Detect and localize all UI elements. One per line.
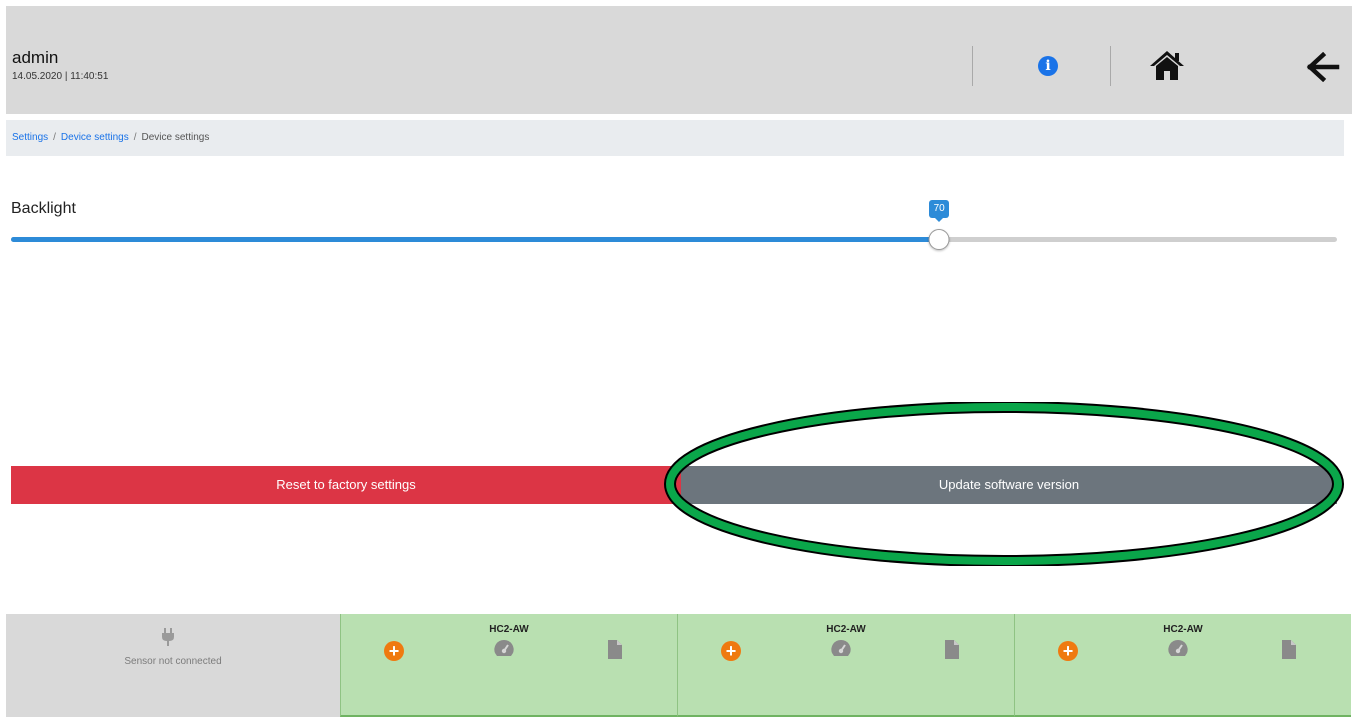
back-arrow-icon[interactable] bbox=[1306, 52, 1340, 82]
add-icon[interactable]: + bbox=[384, 641, 404, 661]
top-bar: admin 14.05.2020 | 11:40:51 i bbox=[6, 6, 1352, 114]
breadcrumb-current: Device settings bbox=[141, 132, 210, 143]
gauge-icon[interactable] bbox=[830, 638, 852, 658]
slider-fill bbox=[11, 237, 940, 242]
home-icon[interactable] bbox=[1148, 48, 1186, 82]
user-name: admin bbox=[12, 48, 59, 67]
sensor-status: Sensor not connected bbox=[124, 656, 222, 667]
document-icon[interactable] bbox=[608, 640, 622, 659]
gauge-icon[interactable] bbox=[1167, 638, 1189, 658]
sensor-title: HC2-AW bbox=[489, 624, 529, 635]
reset-factory-button[interactable]: Reset to factory settings bbox=[11, 466, 681, 504]
sensor-title: HC2-AW bbox=[826, 624, 866, 635]
breadcrumb: Settings / Device settings / Device settings bbox=[6, 120, 1344, 156]
sensor-title: HC2-AW bbox=[1163, 624, 1203, 635]
backlight-slider[interactable]: 70 bbox=[11, 200, 1337, 252]
breadcrumb-settings[interactable]: Settings bbox=[12, 132, 48, 143]
plug-icon bbox=[162, 628, 174, 646]
document-icon[interactable] bbox=[1282, 640, 1296, 659]
update-software-button[interactable]: Update software version bbox=[681, 466, 1337, 504]
sensor-tile[interactable]: HC2-AW + bbox=[340, 614, 677, 717]
info-icon[interactable]: i bbox=[1038, 56, 1058, 76]
header-divider bbox=[972, 46, 973, 86]
breadcrumb-separator: / bbox=[53, 132, 56, 143]
sensor-tile-empty[interactable]: Sensor not connected bbox=[6, 614, 340, 717]
header-divider bbox=[1110, 46, 1111, 86]
date-time: 14.05.2020 | 11:40:51 bbox=[12, 71, 109, 82]
gauge-icon[interactable] bbox=[493, 638, 515, 658]
breadcrumb-device-settings[interactable]: Device settings bbox=[61, 132, 129, 143]
sensor-tile[interactable]: HC2-AW + bbox=[1014, 614, 1351, 717]
add-icon[interactable]: + bbox=[1058, 641, 1078, 661]
breadcrumb-separator: / bbox=[133, 132, 137, 143]
slider-value-tooltip: 70 bbox=[929, 200, 950, 222]
sensor-bar: Sensor not connected HC2-AW + HC2-AW + H… bbox=[6, 614, 1352, 717]
sensor-tile[interactable]: HC2-AW + bbox=[677, 614, 1014, 717]
slider-thumb[interactable] bbox=[928, 229, 950, 250]
add-icon[interactable]: + bbox=[721, 641, 741, 661]
backlight-label: Backlight bbox=[11, 200, 76, 217]
document-icon[interactable] bbox=[945, 640, 959, 659]
